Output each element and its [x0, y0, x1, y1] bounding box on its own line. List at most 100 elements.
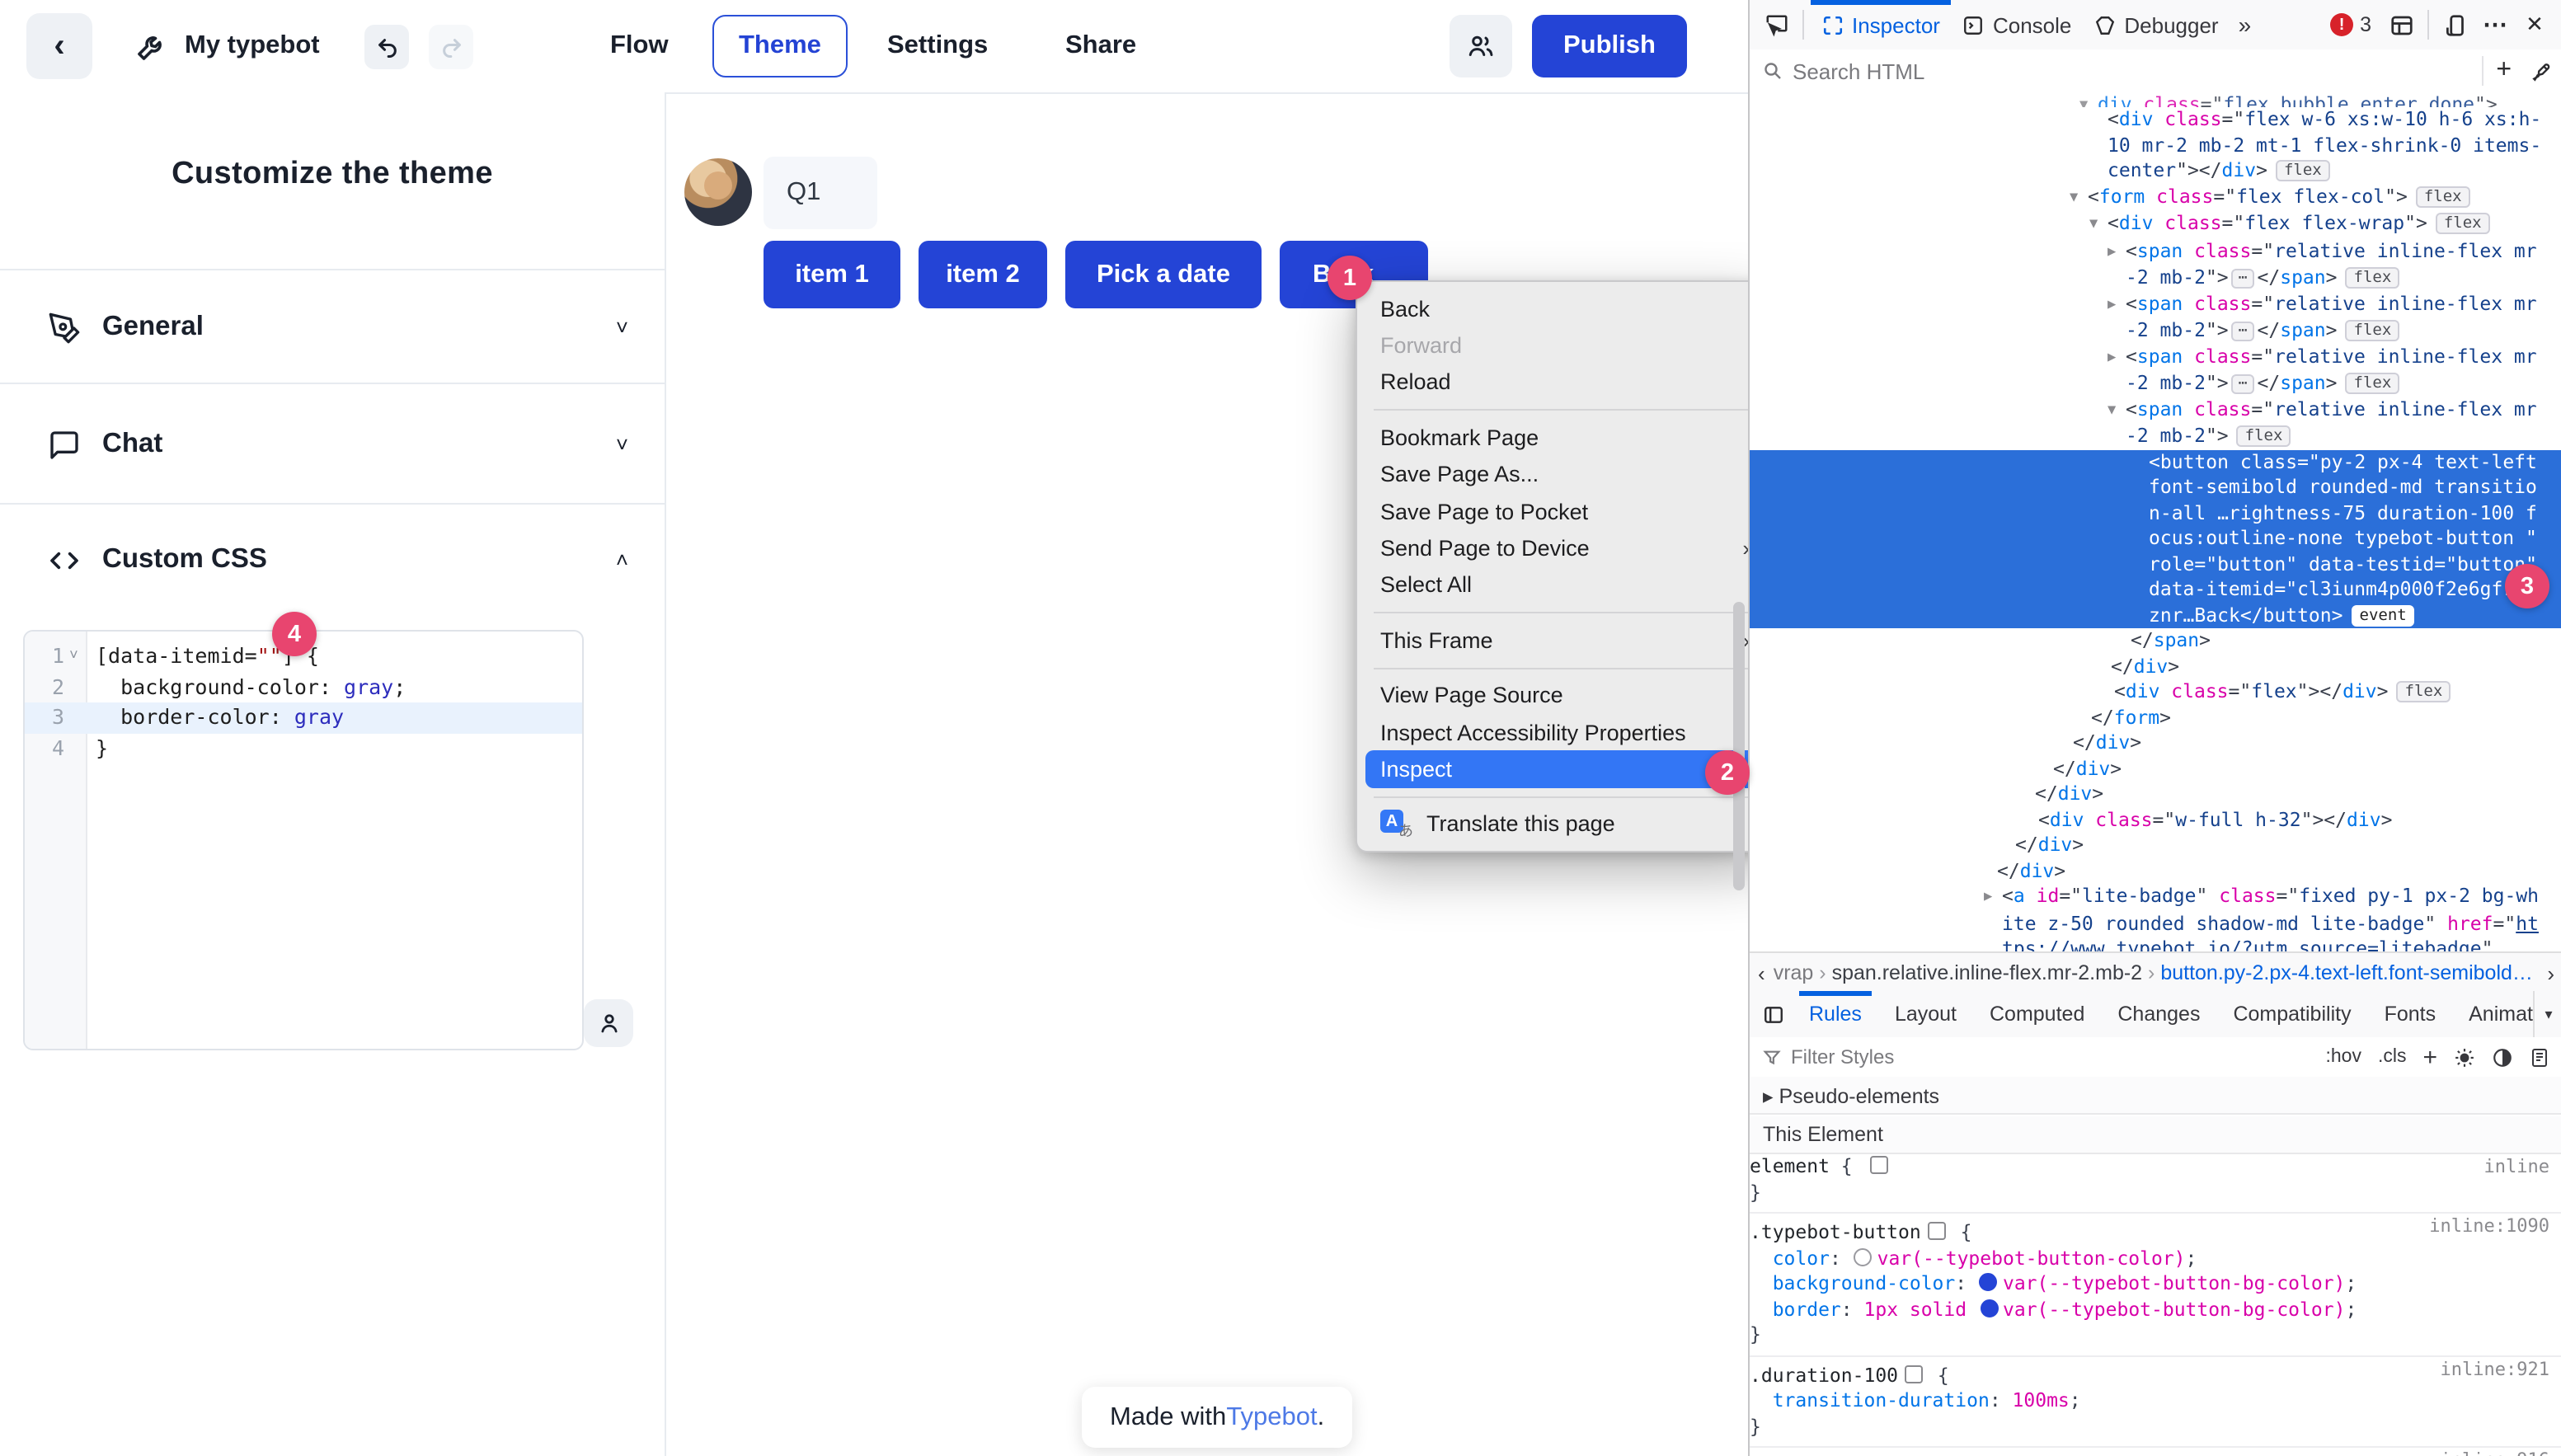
html-tree-node[interactable]: ▶<span class="relative inline-flex mr-2 … [1750, 291, 2561, 344]
eyedropper-icon[interactable] [2531, 60, 2553, 82]
menu-item[interactable]: Inspect [1365, 751, 1761, 788]
html-tree-node[interactable]: <div class="flex w-6 xs:w-10 h-6 xs:h-10… [1750, 107, 2561, 184]
html-tree-node[interactable]: ▼<span class="relative inline-flex mr-2 … [1750, 397, 2561, 449]
split-console-icon[interactable] [2381, 5, 2421, 45]
typebot-link[interactable]: Typebot [1226, 1402, 1317, 1432]
code-line[interactable]: 4 } [25, 733, 582, 763]
pick-element-icon[interactable] [1756, 5, 1796, 45]
collaborators-button[interactable] [1450, 15, 1512, 77]
section-chat[interactable]: Chat ˅ [0, 383, 665, 505]
add-rule-icon[interactable]: + [2422, 1043, 2437, 1071]
close-devtools-icon[interactable]: ✕ [2515, 5, 2554, 45]
print-simulation-icon[interactable] [2530, 1046, 2549, 1068]
html-tree-node[interactable]: ▼<div class="flex flex-wrap">flex [1750, 211, 2561, 238]
back-button[interactable]: ‹ [26, 13, 92, 79]
preview-avatar-toggle-button[interactable] [584, 999, 633, 1047]
html-tree-node[interactable]: </div> [1750, 730, 2561, 756]
menu-item[interactable]: AあTranslate this page [1357, 805, 1769, 843]
typebot-name[interactable]: My typebot [185, 31, 320, 61]
menu-item[interactable]: Send Page to Device› [1357, 530, 1769, 567]
css-rule-line[interactable]: .typebot-button {inline:1090 [1750, 1212, 2561, 1246]
html-tree-node[interactable]: </span> [1750, 628, 2561, 654]
more-tabs-button[interactable]: » [2230, 0, 2260, 49]
code-line[interactable]: 2 background-color: gray; [25, 672, 582, 702]
rules-tab[interactable]: Rules [1793, 991, 1878, 1037]
html-tree-node[interactable]: ▼<form class="flex flex-col">flex [1750, 184, 2561, 211]
tab-flow[interactable]: Flow [610, 0, 669, 92]
rule-source-link[interactable]: inline:916 [2441, 1448, 2549, 1456]
breadcrumb[interactable]: vrap › span.relative.inline-flex.mr-2.mb… [1774, 961, 2540, 984]
meatball-menu-icon[interactable]: ⋯ [2475, 5, 2515, 45]
choice-button-item2[interactable]: item 2 [919, 241, 1047, 308]
tab-debugger[interactable]: Debugger [2083, 0, 2230, 49]
css-rule-line[interactable]: .duration-100 {inline:921 [1750, 1355, 2561, 1388]
undo-button[interactable] [364, 25, 409, 69]
html-tree-node[interactable]: ▶<span class="relative inline-flex mr-2 … [1750, 344, 2561, 397]
css-rule-line[interactable]: .transition-all {inline:916 [1750, 1446, 2561, 1456]
light-theme-icon[interactable] [2454, 1046, 2475, 1068]
menu-item[interactable]: Bookmark Page [1357, 419, 1769, 456]
error-badge-icon[interactable]: ! [2330, 13, 2353, 36]
html-tree-node[interactable]: ▼div class="flex bubble enter done">flex [1750, 92, 2561, 107]
html-tree-node[interactable]: </div> [1750, 833, 2561, 858]
breadcrumb-scroll-left-icon[interactable]: ‹ [1750, 960, 1774, 985]
made-with-badge[interactable]: Made with Typebot. [1082, 1387, 1352, 1448]
html-tree-node[interactable]: <div class="w-full h-32"></div> [1750, 807, 2561, 833]
menu-item[interactable]: Reload [1357, 364, 1769, 402]
tab-inspector[interactable]: Inspector [1811, 0, 1952, 49]
css-rule-line[interactable]: transition-duration: 100ms; [1750, 1388, 2561, 1414]
redo-button[interactable] [429, 25, 473, 69]
css-rule-line[interactable]: border: 1px solid var(--typebot-button-b… [1750, 1297, 2561, 1322]
html-tree-node[interactable]: </form> [1750, 705, 2561, 730]
html-tree-node[interactable]: <button class="py-2 px-4 text-left font-… [1750, 449, 2561, 628]
dark-theme-icon[interactable] [2492, 1046, 2513, 1068]
menu-item[interactable]: This Frame› [1357, 622, 1769, 659]
tab-share[interactable]: Share [1065, 0, 1136, 92]
rules-tab[interactable]: Computed [1973, 991, 2101, 1037]
sidebar-toggle-icon[interactable] [1753, 994, 1793, 1034]
search-html-bar[interactable]: Search HTML + [1750, 49, 2561, 94]
menu-item[interactable]: Back [1357, 290, 1769, 327]
publish-button[interactable]: Publish [1532, 15, 1687, 77]
page-scrollbar[interactable] [1733, 602, 1745, 890]
html-tree-node[interactable]: <div class="flex"></div>flex [1750, 679, 2561, 705]
tab-theme[interactable]: Theme [712, 15, 848, 77]
menu-item[interactable]: Save Page As... [1357, 456, 1769, 493]
rules-tab[interactable]: Fonts [2368, 991, 2453, 1037]
menu-item[interactable]: Save Page to Pocket [1357, 493, 1769, 530]
choice-button-item1[interactable]: item 1 [764, 241, 900, 308]
code-line[interactable]: 3 border-color: gray [25, 702, 582, 733]
rule-source-link[interactable]: inline:1090 [2429, 1214, 2549, 1239]
responsive-mode-icon[interactable] [2436, 5, 2475, 45]
css-rule-line[interactable]: element { inline [1750, 1154, 2561, 1180]
html-tree-node[interactable]: </div> [1750, 782, 2561, 807]
css-code-editor[interactable]: 1˅ [data-itemid=""] { 2 background-color… [23, 630, 584, 1050]
section-general[interactable]: General ˅ [0, 269, 665, 384]
html-tree-node[interactable]: </div> [1750, 858, 2561, 884]
css-rule-line[interactable]: } [1750, 1414, 2561, 1440]
html-tree-node[interactable]: </div> [1750, 756, 2561, 782]
choice-button-pick-a-date[interactable]: Pick a date [1065, 241, 1262, 308]
html-tree-node[interactable]: ▶<a id="lite-badge" class="fixed py-1 px… [1750, 884, 2561, 951]
rules-tab[interactable]: Layout [1878, 991, 1973, 1037]
filter-styles-input[interactable]: Filter Styles [1791, 1045, 1894, 1069]
menu-item[interactable]: Select All [1357, 566, 1769, 604]
menu-item[interactable]: View Page Source [1357, 677, 1769, 714]
toggle-hover-button[interactable]: :hov [2325, 1047, 2361, 1067]
css-rule-line[interactable]: color: var(--typebot-button-color); [1750, 1246, 2561, 1271]
rules-tab[interactable]: Compatibility [2216, 991, 2367, 1037]
menu-item[interactable]: Inspect Accessibility Properties [1357, 714, 1769, 751]
tab-settings[interactable]: Settings [887, 0, 988, 92]
css-rule-line[interactable]: } [1750, 1322, 2561, 1348]
css-rule-line[interactable]: } [1750, 1180, 2561, 1205]
html-tree-node[interactable]: </div> [1750, 654, 2561, 679]
tab-console[interactable]: Console [1952, 0, 2083, 49]
breadcrumb-scroll-right-icon[interactable]: › [2539, 960, 2561, 985]
add-rule-icon[interactable]: + [2496, 56, 2512, 86]
rules-tab[interactable]: Changes [2101, 991, 2216, 1037]
menu-item[interactable]: Forward [1357, 327, 1769, 364]
rule-source-link[interactable]: inline [2484, 1154, 2550, 1180]
section-custom-css[interactable]: Custom CSS ˄ [0, 503, 665, 615]
toggle-class-button[interactable]: .cls [2378, 1047, 2407, 1067]
pseudo-elements-header[interactable]: ▸ Pseudo-elements [1750, 1077, 2561, 1115]
